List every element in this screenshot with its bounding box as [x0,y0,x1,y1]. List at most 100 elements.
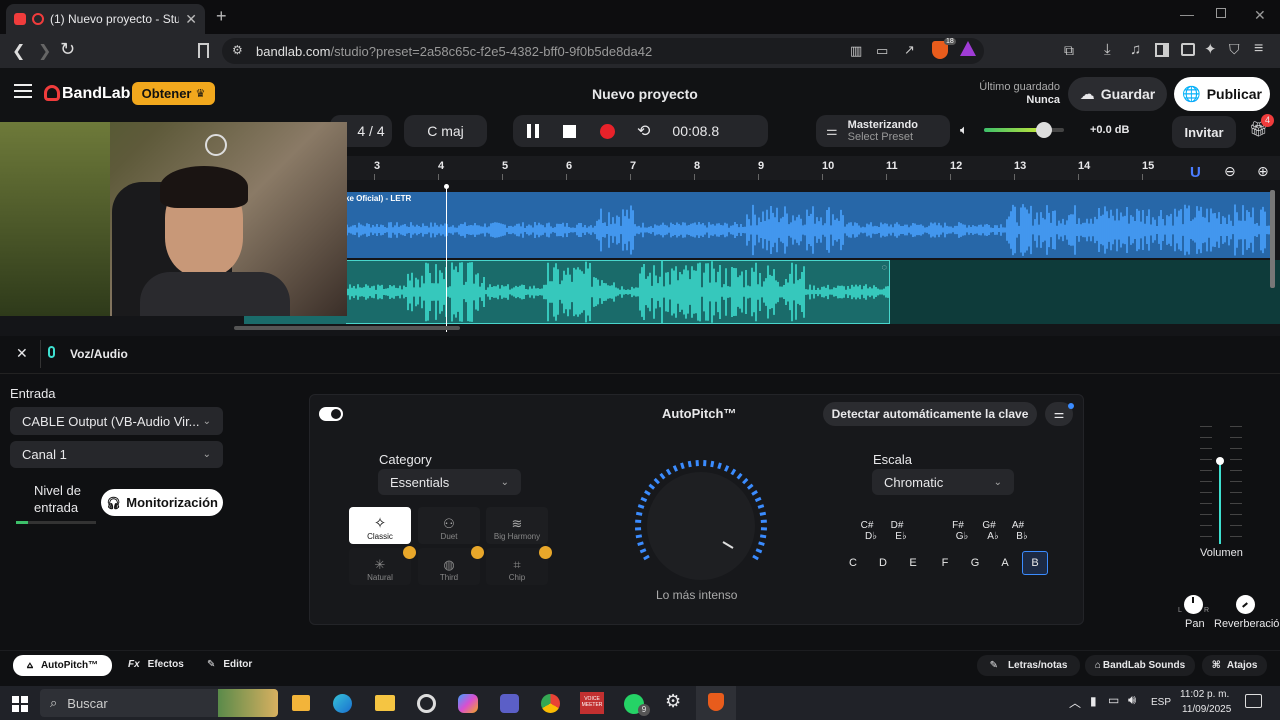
key-f-sharp[interactable]: F# G♭ [946,520,970,542]
tab-autopitch[interactable]: ⩟ AutoPitch™ [13,655,112,676]
menu-icon[interactable]: ≡ [1254,40,1263,58]
close-window-icon[interactable]: ✕ [1254,7,1266,24]
channel-select[interactable]: Canal 1 ⌄ [10,441,223,468]
autopitch-toggle[interactable] [319,407,343,421]
voicemeeter-app-icon[interactable]: VOICE MEETER [580,692,604,714]
clock-time[interactable]: 11:02 p. m. [1180,689,1229,700]
download-icon[interactable]: ⤓ [1104,41,1111,58]
back-icon[interactable]: ❮ [12,41,25,61]
tab-effects[interactable]: Fx Efectos [128,659,184,670]
playhead[interactable] [446,186,447,332]
key-d[interactable]: D [871,552,895,574]
edge-app-icon[interactable] [333,694,352,713]
site-settings-icon[interactable]: ⚙ [232,43,243,57]
key-f[interactable]: F [933,552,957,574]
key-a-sharp[interactable]: A# B♭ [1006,520,1030,542]
language-indicator[interactable]: ESP [1151,697,1171,708]
key-g-sharp[interactable]: G# A♭ [977,520,1001,542]
volume-tray-icon[interactable]: 🔊︎ [1128,692,1136,708]
volume-fader-handle[interactable] [1216,457,1224,465]
master-volume-slider[interactable] [984,122,1064,138]
minimize-icon[interactable]: — [1180,6,1194,22]
audio-track-region-2[interactable]: ◌ [345,260,890,324]
lyrics-notes-button[interactable]: ✎ Letras/notas [977,655,1080,676]
tab-editor[interactable]: ✎ Editor [207,659,252,670]
reader-mode-icon[interactable]: ▥ [850,43,862,59]
scale-select[interactable]: Chromatic ⌄ [872,469,1014,495]
music-icon[interactable]: ♫ [1130,41,1141,58]
screenshot-icon[interactable]: ⧉ [1064,42,1074,59]
loop-icon[interactable]: ⟲ [637,121,650,141]
mastering-button[interactable]: ⚌ Masterizando Select Preset [816,115,950,147]
category-select[interactable]: Essentials ⌄ [378,469,521,495]
monitoring-button[interactable]: 🎧︎ Monitorización [101,489,223,516]
reload-icon[interactable]: ↻ [60,39,75,60]
sidebar-icon[interactable] [1155,43,1169,57]
hamburger-menu-icon[interactable] [14,84,32,98]
store-app-icon[interactable] [292,695,310,711]
network-icon[interactable]: ▭ [1108,693,1119,707]
loop-handle-icon[interactable]: ◌ [882,262,887,272]
vertical-scrollbar[interactable] [1270,190,1275,288]
key-g[interactable]: G [963,552,987,574]
maximize-icon[interactable] [1216,8,1226,18]
reverb-knob[interactable] [1236,595,1255,614]
settings-app-icon[interactable]: ⚙ [665,691,681,712]
category-duet[interactable]: ⚇ Duet [418,507,480,544]
notifications-icon[interactable] [1245,694,1262,708]
timeline-ruler[interactable]: 3 4 5 6 7 8 9 10 11 12 13 14 15 [345,156,1280,180]
key-c-sharp[interactable]: C# D♭ [855,520,879,542]
usb-icon[interactable]: ▮ [1090,694,1097,708]
category-classic[interactable]: ✧ Classic [349,507,411,544]
windows-start-icon[interactable] [12,696,28,712]
invite-button[interactable]: Invitar [1172,116,1236,148]
forward-icon[interactable]: ❯ [38,41,51,61]
detect-key-button[interactable]: Detectar automáticamente la clave [823,402,1037,426]
cast-icon[interactable]: ▭ [876,43,888,59]
key-c[interactable]: C [841,552,865,574]
share-icon[interactable]: ↗ [904,42,915,58]
brave-app-active[interactable] [696,686,736,720]
wallet-icon[interactable] [1181,43,1195,56]
chrome-app-icon[interactable] [541,694,560,713]
zoom-in-icon[interactable]: ⊕ [1257,163,1269,180]
key-selector[interactable]: C maj [404,115,487,147]
vpn-icon[interactable]: ⛉ [1229,41,1240,58]
stop-icon[interactable] [563,124,576,138]
copilot-app-icon[interactable] [458,694,478,713]
close-tab-icon[interactable]: ✕ [185,11,197,28]
get-button[interactable]: Obtener ♛ [132,82,215,105]
publish-button[interactable]: 🌐 Publicar [1174,77,1270,111]
bandlab-sounds-button[interactable]: ⌂ BandLab Sounds [1085,655,1195,676]
file-explorer-icon[interactable] [375,695,395,711]
browser-tab[interactable]: (1) Nuevo proyecto - Studio ✕ [6,4,205,34]
record-icon[interactable] [600,123,615,139]
category-big-harmony[interactable]: ≋ Big Harmony [486,507,548,544]
category-natural[interactable]: ✳ Natural [349,548,411,585]
speaker-icon[interactable]: 🔈︎ [960,122,968,138]
teams-app-icon[interactable] [500,694,519,713]
shortcuts-button[interactable]: ⌘ Atajos [1202,655,1267,676]
taskbar-search[interactable]: ⌕ Buscar [40,689,278,717]
audio-track-empty-area[interactable] [890,260,1280,324]
key-d-sharp[interactable]: D# E♭ [885,520,909,542]
new-tab-icon[interactable]: + [216,6,227,27]
brave-rewards-icon[interactable] [960,41,976,56]
close-panel-icon[interactable]: ✕ [16,345,28,362]
obs-app-icon[interactable] [417,694,436,713]
key-e[interactable]: E [901,552,925,574]
snap-magnet-icon[interactable]: U [1190,164,1201,181]
key-b-selected[interactable]: B [1022,551,1048,575]
clock-date[interactable]: 11/09/2025 [1182,704,1231,715]
project-title[interactable]: Nuevo proyecto [592,86,698,102]
show-hidden-icons[interactable]: ︿ [1069,694,1081,711]
intensity-knob[interactable] [631,460,773,590]
address-bar[interactable]: ⚙ bandlab.com/studio?preset=2a58c65c-f2e… [222,38,984,64]
audio-track-region-1[interactable]: ke Oficial) - LETR [345,192,1270,258]
zoom-out-icon[interactable]: ⊖ [1224,163,1236,180]
save-button[interactable]: ☁ Guardar [1068,77,1167,111]
bookmark-icon[interactable] [198,43,209,58]
bandlab-logo[interactable]: BandLab [62,85,130,103]
master-volume-handle[interactable] [1036,122,1052,138]
input-device-select[interactable]: CABLE Output (VB-Audio Vir... ⌄ [10,407,223,435]
